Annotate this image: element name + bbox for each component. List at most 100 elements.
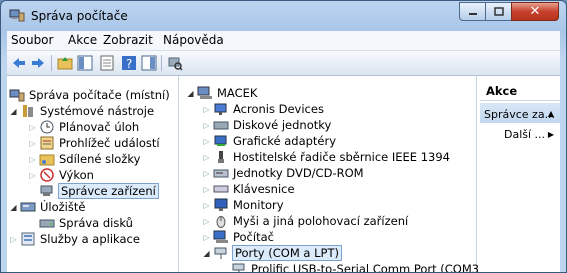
device-node-label: Monitory [233, 198, 284, 212]
collapsed-arrow-icon[interactable]: ▷ [202, 169, 211, 178]
device-node-label: Diskové jednotky [233, 118, 332, 132]
minimize-button[interactable] [459, 2, 486, 21]
menu-action[interactable]: Akce [68, 33, 97, 47]
expanded-arrow-icon[interactable]: ◢ [9, 107, 18, 116]
minimize-icon [468, 12, 477, 15]
device-node-label: Grafické adaptéry [233, 134, 337, 148]
tree-node-label: Prohlížeč událostí [59, 136, 160, 150]
device-node-dvd[interactable]: ▷ Jednotky DVD/CD-ROM [202, 165, 363, 181]
collapsed-arrow-icon[interactable]: ▷ [202, 121, 211, 130]
tree-node-label: Správce zařízení [58, 183, 159, 199]
close-icon: ✕ [529, 4, 541, 19]
maximize-icon [493, 7, 504, 16]
tree-node-label: Úložiště [40, 200, 86, 214]
device-node-label: Klávesnice [233, 182, 295, 196]
device-node-ports[interactable]: ◢ Porty (COM a LPT) [202, 245, 342, 261]
device-node-label: Prolific USB-to-Serial Comm Port (COM3) [251, 262, 484, 273]
device-node-monitors[interactable]: ▷ Monitory [202, 197, 284, 213]
port-icon [232, 263, 245, 272]
computer-management-icon [9, 89, 25, 102]
tree-node-label: Sdílené složky [59, 152, 141, 166]
tree-node-shared-folders[interactable]: ▷ Sdílené složky [28, 151, 140, 167]
shared-folder-icon [39, 154, 55, 166]
help-icon[interactable]: ? [121, 55, 137, 71]
device-node-acronis[interactable]: ▷ Acronis Devices [202, 101, 324, 117]
device-node-prolific-port[interactable]: Prolific USB-to-Serial Comm Port (COM3) [231, 261, 484, 273]
action-label: Další ... [504, 128, 546, 141]
device-node-ieee1394[interactable]: ▷ Hostitelské řadiče sběrnice IEEE 1394 [202, 149, 450, 165]
device-node-mice[interactable]: ▷ Myši a jiná polohovací zařízení [202, 213, 408, 229]
tree-node-label: Plánovač úloh [59, 120, 140, 134]
show-action-pane-icon[interactable] [141, 55, 157, 71]
clock-icon [40, 120, 54, 134]
tree-node-label: Správa disků [59, 216, 133, 230]
device-node-label: Acronis Devices [233, 102, 324, 116]
window-title: Správa počítače [31, 9, 128, 23]
toolbar: ? [7, 51, 560, 76]
port-icon [214, 247, 227, 259]
maximize-button[interactable] [485, 2, 512, 21]
menu-view[interactable]: Zobrazit [103, 33, 153, 47]
actions-header: Akce [480, 84, 560, 101]
close-button[interactable]: ✕ [511, 2, 559, 21]
device-node-display-adapters[interactable]: ▷ Grafické adaptéry [202, 133, 336, 149]
tree-node-performance[interactable]: ▷ Výkon [28, 167, 94, 183]
tree-node-services-apps[interactable]: ▷ Služby a aplikace [9, 231, 140, 247]
expanded-arrow-icon[interactable]: ◢ [9, 203, 18, 212]
device-node-computer[interactable]: ◢ MACEK [186, 85, 257, 101]
services-icon [21, 232, 35, 246]
collapsed-arrow-icon[interactable]: ▷ [202, 105, 211, 114]
tree-node-device-manager[interactable]: Správce zařízení [39, 183, 159, 199]
action-label: Správce za... [484, 108, 556, 121]
show-hide-tree-icon[interactable] [77, 55, 93, 71]
collapsed-arrow-icon[interactable]: ▷ [28, 139, 37, 148]
menu-file[interactable]: Soubor [11, 33, 53, 47]
action-device-manager[interactable]: Správce za... ▲ [480, 103, 560, 123]
tree-node-system-tools[interactable]: ◢ Systémové nástroje [9, 103, 154, 119]
tree-node-disk-management[interactable]: Správa disků [39, 215, 133, 231]
tree-node-label: Systémové nástroje [40, 104, 155, 118]
tree-node-event-viewer[interactable]: ▷ Prohlížeč událostí [28, 135, 160, 151]
collapsed-arrow-icon[interactable]: ▷ [28, 171, 37, 180]
dvd-icon [213, 169, 229, 178]
tree-node-task-scheduler[interactable]: ▷ Plánovač úloh [28, 119, 139, 135]
collapse-up-icon[interactable]: ▲ [548, 109, 554, 118]
device-node-computer-class[interactable]: ▷ Počítač [202, 229, 274, 245]
up-folder-icon[interactable] [57, 55, 73, 71]
toolbar-separator [161, 55, 162, 71]
back-arrow-icon[interactable] [11, 55, 27, 71]
collapsed-arrow-icon[interactable]: ▷ [202, 137, 211, 146]
mouse-icon [216, 216, 226, 228]
collapsed-arrow-icon[interactable]: ▷ [202, 185, 211, 194]
properties-icon[interactable] [99, 55, 115, 71]
content-area: Správa počítače (místní) ◢ Systémové nás… [7, 76, 560, 272]
device-node-label: Hostitelské řadiče sběrnice IEEE 1394 [233, 150, 450, 164]
forward-arrow-icon[interactable] [30, 55, 46, 71]
collapsed-arrow-icon[interactable]: ▷ [9, 235, 18, 244]
collapsed-arrow-icon[interactable]: ▷ [28, 155, 37, 164]
expanded-arrow-icon[interactable]: ◢ [202, 249, 211, 258]
toolbar-separator [51, 55, 52, 71]
performance-icon [40, 168, 54, 182]
collapsed-arrow-icon[interactable]: ▷ [202, 153, 211, 162]
computer-management-icon [9, 9, 25, 22]
scan-hardware-icon[interactable] [167, 55, 183, 71]
tree-node-computer-management[interactable]: Správa počítače (místní) [9, 87, 170, 103]
menu-help[interactable]: Nápověda [163, 33, 224, 47]
expanded-arrow-icon[interactable]: ◢ [186, 89, 195, 98]
menu-bar: Soubor Akce Zobrazit Nápověda [7, 31, 560, 51]
action-more[interactable]: Další ... ▶ [480, 124, 560, 144]
device-tree: ◢ MACEK ▷ Acronis Devices ▷ Diskové jedn… [182, 76, 484, 272]
device-node-keyboards[interactable]: ▷ Klávesnice [202, 181, 295, 197]
device-node-disk-drives[interactable]: ▷ Diskové jednotky [202, 117, 331, 133]
device-manager-icon [40, 185, 53, 196]
tree-node-storage[interactable]: ◢ Úložiště [9, 199, 85, 215]
computer-icon [213, 230, 228, 243]
collapsed-arrow-icon[interactable]: ▷ [202, 201, 211, 210]
collapsed-arrow-icon[interactable]: ▷ [202, 233, 211, 242]
keyboard-icon [213, 185, 229, 193]
collapsed-arrow-icon[interactable]: ▷ [202, 217, 211, 226]
collapsed-arrow-icon[interactable]: ▷ [28, 123, 37, 132]
title-bar[interactable]: Správa počítače ✕ [1, 1, 566, 31]
app-window: Správa počítače ✕ Soubor Akce Zobrazit N… [0, 0, 567, 273]
